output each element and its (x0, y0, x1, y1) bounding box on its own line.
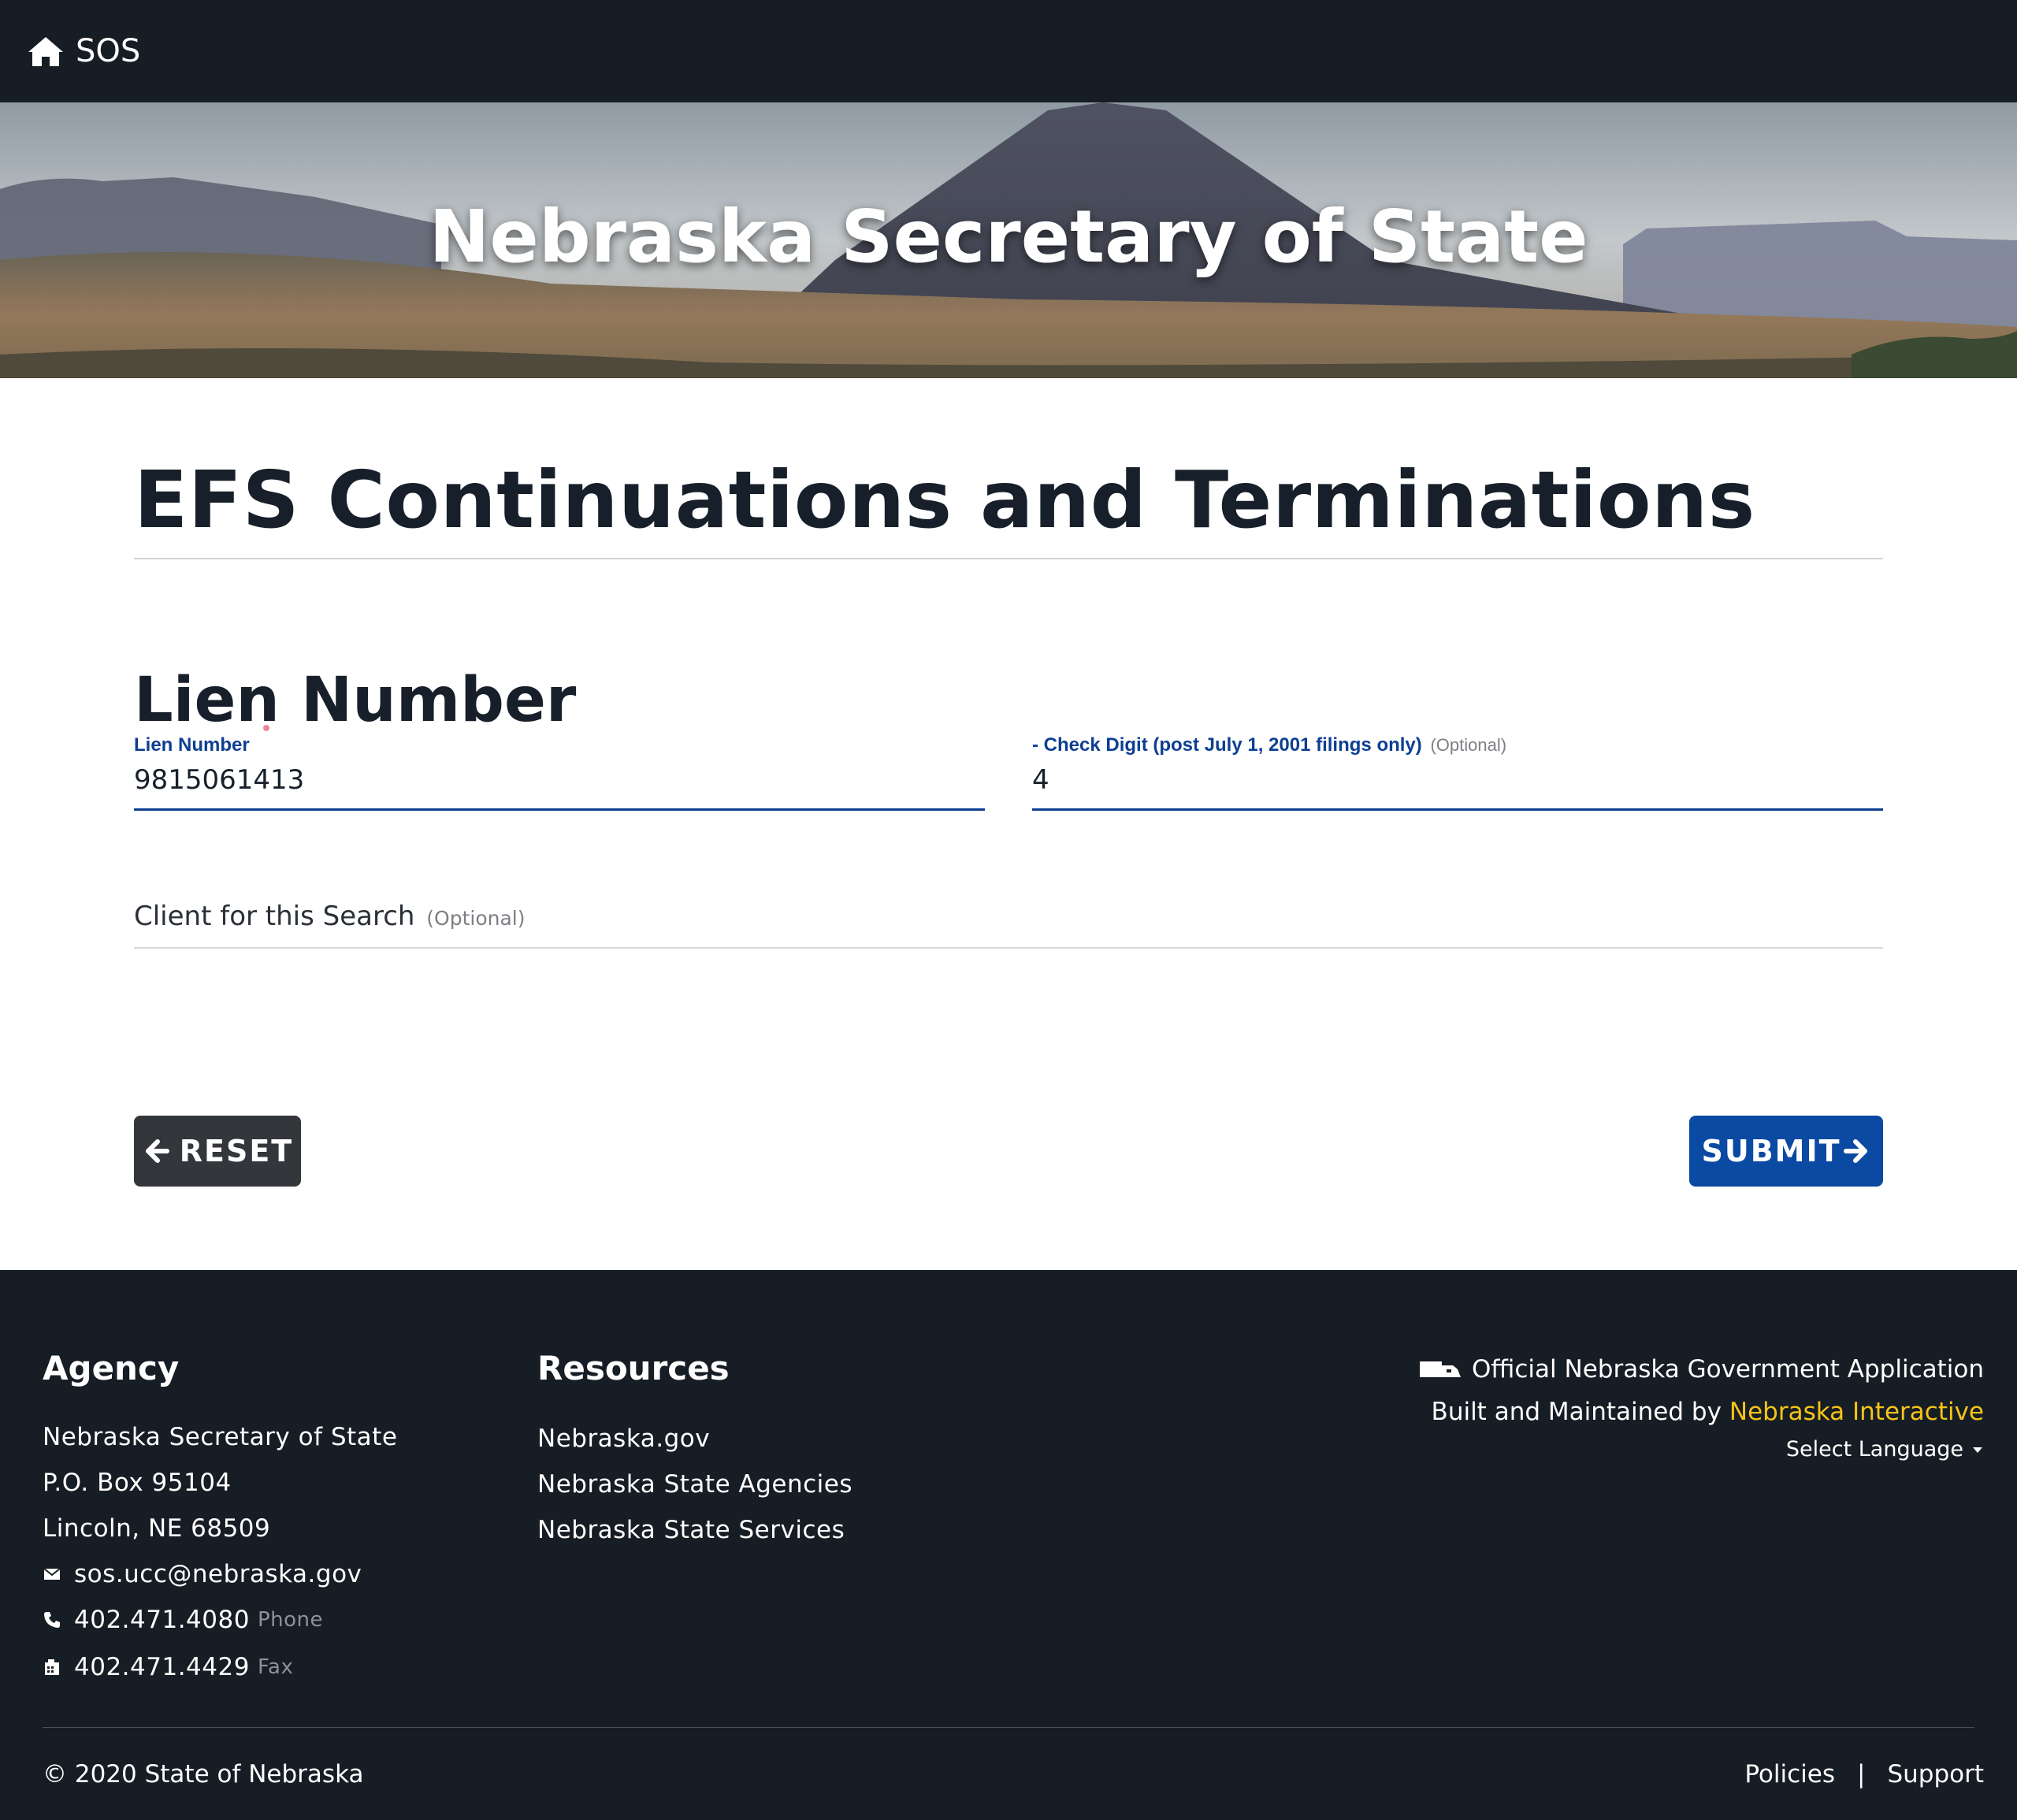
resource-link-state-services[interactable]: Nebraska State Services (537, 1516, 845, 1544)
nebraska-state-icon (1420, 1361, 1462, 1377)
agency-phone-label: Phone (257, 1608, 323, 1632)
link-separator: | (1857, 1760, 1866, 1788)
agency-email[interactable]: sos.ucc@nebraska.gov (74, 1560, 362, 1588)
footer-divider (43, 1727, 1974, 1728)
fax-icon (45, 1659, 59, 1675)
agency-po-box: P.O. Box 95104 (43, 1469, 232, 1497)
resources-heading: Resources (537, 1349, 730, 1387)
check-digit-label-text: - Check Digit (post July 1, 2001 filings… (1032, 734, 1422, 756)
built-by-text: Built and Maintained by (1431, 1398, 1722, 1426)
agency-fax-label: Fax (257, 1655, 294, 1679)
required-indicator (263, 725, 269, 731)
agency-phone-row: 402.471.4080 Phone (43, 1606, 323, 1634)
footer-bottom-links: Policies | Support (1744, 1760, 1984, 1788)
hero-title: Nebraska Secretary of State (429, 194, 1588, 279)
agency-phone: 402.471.4080 (74, 1606, 250, 1634)
envelope-icon (43, 1568, 61, 1580)
agency-heading: Agency (43, 1349, 180, 1387)
support-link[interactable]: Support (1887, 1760, 1984, 1788)
footer-agency: Agency (43, 1349, 179, 1387)
footer-official-block: Official Nebraska Government Application… (1418, 1355, 1984, 1462)
caret-down-icon (1973, 1447, 1982, 1453)
lien-number-underline (134, 808, 985, 811)
main-content: EFS Continuations and Terminations Lien … (134, 378, 1883, 1187)
nebraska-interactive-link[interactable]: Nebraska Interactive (1729, 1398, 1984, 1426)
resource-link-nebraska-gov[interactable]: Nebraska.gov (537, 1424, 710, 1453)
reset-label: RESET (179, 1134, 294, 1168)
submit-button[interactable]: SUBMIT (1689, 1116, 1883, 1187)
check-digit-label: - Check Digit (post July 1, 2001 filings… (1032, 734, 1883, 756)
client-field[interactable]: Client for this Search (Optional) (134, 901, 525, 932)
select-language-dropdown[interactable]: Select Language (1418, 1437, 1984, 1462)
agency-city: Lincoln, NE 68509 (43, 1514, 271, 1543)
submit-label: SUBMIT (1701, 1134, 1841, 1168)
home-label: SOS (76, 33, 141, 69)
client-optional: (Optional) (426, 907, 526, 930)
built-by-row: Built and Maintained by Nebraska Interac… (1418, 1398, 1984, 1426)
resource-link-state-agencies[interactable]: Nebraska State Agencies (537, 1470, 852, 1499)
arrow-right-icon (1843, 1139, 1867, 1163)
select-language-label: Select Language (1785, 1437, 1963, 1462)
footer-resources: Resources (537, 1349, 730, 1387)
home-link[interactable]: SOS (27, 33, 140, 69)
agency-email-row[interactable]: sos.ucc@nebraska.gov (43, 1560, 362, 1588)
official-app-row: Official Nebraska Government Application (1418, 1355, 1984, 1384)
arrow-left-icon (145, 1139, 169, 1163)
client-underline (134, 947, 1883, 949)
check-digit-optional: (Optional) (1430, 735, 1507, 755)
reset-button[interactable]: RESET (134, 1116, 301, 1187)
title-divider (134, 558, 1883, 559)
client-label: Client for this Search (134, 901, 415, 932)
lien-number-input[interactable]: 9815061413 (134, 764, 985, 796)
footer: Agency Nebraska Secretary of State P.O. … (0, 1270, 2017, 1820)
policies-link[interactable]: Policies (1744, 1760, 1835, 1788)
check-digit-field[interactable]: - Check Digit (post July 1, 2001 filings… (1032, 734, 1883, 796)
official-app-text: Official Nebraska Government Application (1472, 1355, 1984, 1384)
check-digit-input[interactable]: 4 (1032, 764, 1883, 796)
lien-number-label: Lien Number (134, 734, 250, 756)
copyright: © 2020 State of Nebraska (43, 1760, 364, 1788)
top-nav: SOS (0, 0, 2017, 102)
agency-name: Nebraska Secretary of State (43, 1423, 398, 1451)
lien-number-field[interactable]: Lien Number 9815061413 (134, 734, 985, 796)
hero-banner: Nebraska Secretary of State (0, 102, 2017, 378)
home-icon (28, 37, 63, 66)
section-heading: Lien Number (134, 665, 577, 736)
phone-icon (44, 1612, 60, 1628)
page-title: EFS Continuations and Terminations (134, 454, 1755, 546)
check-digit-underline (1032, 808, 1883, 811)
agency-fax: 402.471.4429 (74, 1653, 250, 1681)
agency-fax-row: 402.471.4429 Fax (43, 1653, 293, 1681)
